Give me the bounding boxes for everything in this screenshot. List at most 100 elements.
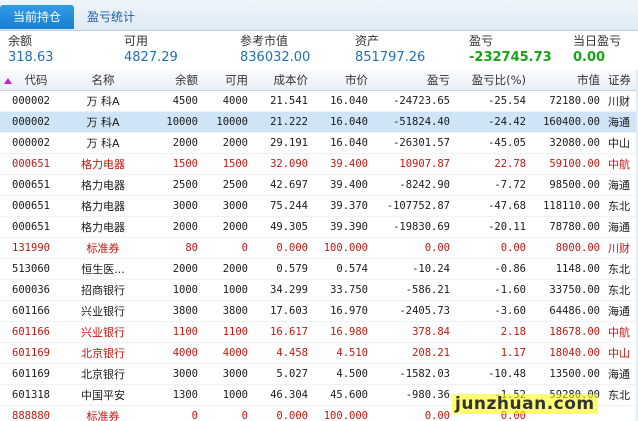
cell-account: 川财 — [602, 237, 638, 259]
cell-name: 万 科A — [62, 90, 144, 112]
cell-name: 兴业银行 — [62, 321, 144, 343]
summary-profit-loss-value: -232745.73 — [469, 50, 552, 65]
cell-account: 中航 — [602, 153, 638, 175]
table-row[interactable]: 000651 格力电器 2500 2500 42.697 39.400 -824… — [0, 174, 638, 196]
column-header-profit-loss-pct[interactable]: 盈亏比(%) — [452, 70, 528, 91]
cell-profit-loss: -24723.65 — [370, 90, 452, 112]
summary-today-profit-loss: 当日盈亏 0.00 — [573, 33, 621, 67]
cell-price: 33.750 — [310, 279, 370, 301]
cell-name: 标准券 — [62, 405, 144, 421]
cell-market-value: 33750.00 — [528, 279, 602, 301]
cell-cost: 4.458 — [250, 342, 310, 364]
cell-code: 131990 — [0, 237, 62, 259]
table-row[interactable]: 000651 格力电器 3000 3000 75.244 39.370 -107… — [0, 195, 638, 217]
cell-cost: 17.603 — [250, 300, 310, 322]
column-header-available[interactable]: 可用 — [200, 70, 250, 91]
cell-market-value: 18678.00 — [528, 321, 602, 343]
table-row[interactable]: 000002 万 科A 2000 2000 29.191 16.040 -263… — [0, 132, 638, 154]
cell-balance: 1500 — [144, 153, 200, 175]
cell-profit-loss: -1582.03 — [370, 363, 452, 385]
cell-profit-loss-pct: -3.60 — [452, 300, 528, 322]
cell-profit-loss: 378.84 — [370, 321, 452, 343]
cell-cost: 21.222 — [250, 111, 310, 133]
cell-account: 川财 — [602, 90, 638, 112]
cell-profit-loss-pct: -20.11 — [452, 216, 528, 238]
column-header-balance[interactable]: 余额 — [144, 70, 200, 91]
cell-market-value: 160400.00 — [528, 111, 602, 133]
cell-price: 39.400 — [310, 153, 370, 175]
cell-profit-loss-pct: -25.54 — [452, 90, 528, 112]
cell-available: 10000 — [200, 111, 250, 133]
cell-name: 招商银行 — [62, 279, 144, 301]
cell-code: 601318 — [0, 384, 62, 406]
cell-account: 中航 — [602, 321, 638, 343]
summary-today-profit-loss-value: 0.00 — [573, 50, 606, 65]
table-row[interactable]: 000651 格力电器 1500 1500 32.090 39.400 1090… — [0, 153, 638, 175]
cell-balance: 2000 — [144, 216, 200, 238]
cell-account: 东北 — [602, 279, 638, 301]
cell-profit-loss: 0.00 — [370, 237, 452, 259]
cell-cost: 0.579 — [250, 258, 310, 280]
column-header-code[interactable]: 代码 — [0, 70, 62, 91]
table-row[interactable]: 601166 兴业银行 3800 3800 17.603 16.970 -240… — [0, 300, 638, 322]
column-header-market-value[interactable]: 市值 — [528, 70, 602, 91]
cell-account: 东北 — [602, 195, 638, 217]
column-header-price[interactable]: 市价 — [310, 70, 370, 91]
cell-code: 888880 — [0, 405, 62, 421]
table-row[interactable]: 513060 恒生医... 2000 2000 0.579 0.574 -10.… — [0, 258, 638, 280]
column-header-account[interactable]: 证券 — [602, 70, 638, 91]
cell-code: 000651 — [0, 174, 62, 196]
cell-cost: 42.697 — [250, 174, 310, 196]
summary-assets-label: 资产 — [355, 34, 380, 48]
cell-cost: 5.027 — [250, 363, 310, 385]
cell-price: 16.980 — [310, 321, 370, 343]
column-header-cost[interactable]: 成本价 — [250, 70, 310, 91]
positions-table-container: 代码 名称 余额 可用 成本价 市价 盈亏 盈亏比(%) 市值 证券 00000… — [0, 70, 638, 421]
cell-balance: 2000 — [144, 258, 200, 280]
column-header-code-label: 代码 — [24, 73, 48, 87]
cell-code: 600036 — [0, 279, 62, 301]
table-row[interactable]: 000002 万 科A 10000 10000 21.222 16.040 -5… — [0, 111, 638, 133]
cell-code: 601166 — [0, 300, 62, 322]
table-row[interactable]: 000651 格力电器 2000 2000 49.305 39.390 -198… — [0, 216, 638, 238]
cell-available: 1100 — [200, 321, 250, 343]
cell-profit-loss-pct: -24.42 — [452, 111, 528, 133]
cell-available: 2500 — [200, 174, 250, 196]
cell-name: 格力电器 — [62, 153, 144, 175]
sort-ascending-icon[interactable] — [4, 78, 12, 84]
summary-assets: 资产 851797.26 — [355, 33, 425, 67]
table-row[interactable]: 601169 北京银行 3000 3000 5.027 4.500 -1582.… — [0, 363, 638, 385]
summary-profit-loss-label: 盈亏 — [469, 34, 494, 48]
cell-cost: 0.000 — [250, 237, 310, 259]
cell-price: 16.040 — [310, 111, 370, 133]
table-row[interactable]: 000002 万 科A 4500 4000 21.541 16.040 -247… — [0, 90, 638, 112]
table-row[interactable]: 131990 标准券 80 0 0.000 100.000 0.00 0.00 … — [0, 237, 638, 259]
cell-name: 万 科A — [62, 132, 144, 154]
table-row[interactable]: 600036 招商银行 1000 1000 34.299 33.750 -586… — [0, 279, 638, 301]
cell-balance: 3000 — [144, 363, 200, 385]
cell-balance: 2000 — [144, 132, 200, 154]
cell-profit-loss: -26301.57 — [370, 132, 452, 154]
column-header-profit-loss[interactable]: 盈亏 — [370, 70, 452, 91]
cell-price: 39.370 — [310, 195, 370, 217]
tab-profit-loss-stats[interactable]: 盈亏统计 — [76, 5, 146, 29]
cell-profit-loss: -107752.87 — [370, 195, 452, 217]
cell-market-value: 8000.00 — [528, 237, 602, 259]
table-row[interactable]: 601169 北京银行 4000 4000 4.458 4.510 208.21… — [0, 342, 638, 364]
cell-balance: 4000 — [144, 342, 200, 364]
cell-cost: 29.191 — [250, 132, 310, 154]
cell-market-value: 64486.00 — [528, 300, 602, 322]
summary-today-profit-loss-label: 当日盈亏 — [573, 34, 622, 48]
cell-code: 000002 — [0, 132, 62, 154]
cell-profit-loss-pct: -47.68 — [452, 195, 528, 217]
column-header-name[interactable]: 名称 — [62, 70, 144, 91]
tab-current-positions[interactable]: 当前持仓 — [0, 5, 74, 29]
cell-price: 45.600 — [310, 384, 370, 406]
cell-cost: 21.541 — [250, 90, 310, 112]
table-row[interactable]: 601166 兴业银行 1100 1100 16.617 16.980 378.… — [0, 321, 638, 343]
cell-profit-loss: -2405.73 — [370, 300, 452, 322]
cell-balance: 10000 — [144, 111, 200, 133]
cell-balance: 3800 — [144, 300, 200, 322]
cell-account: 海通 — [602, 174, 638, 196]
cell-profit-loss: 0.00 — [370, 405, 452, 421]
